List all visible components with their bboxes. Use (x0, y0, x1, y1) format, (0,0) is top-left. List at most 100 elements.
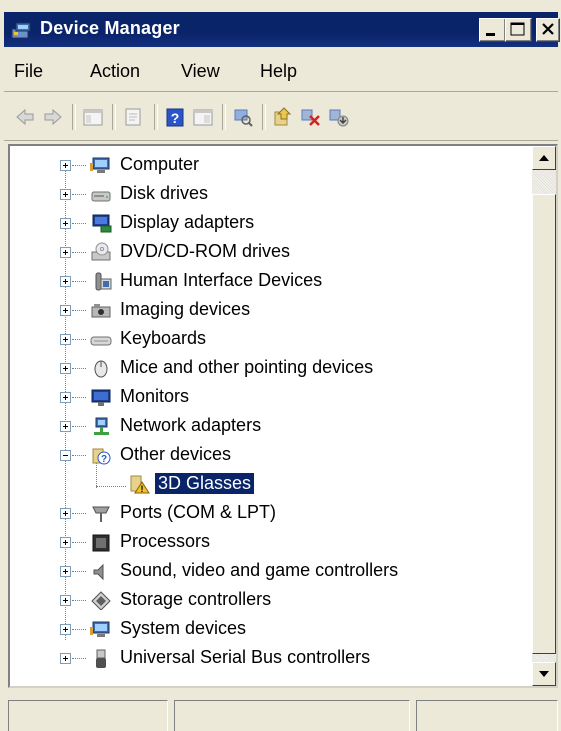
tree-category-item[interactable]: Disk drives (10, 181, 530, 209)
toolbar-separator (72, 104, 76, 130)
scroll-down-arrow-icon (539, 671, 549, 677)
monitor-icon (90, 387, 112, 407)
tree-item-label: Network adapters (120, 415, 262, 435)
uninstall-icon[interactable] (300, 106, 322, 128)
tree-category-item[interactable]: Imaging devices (10, 297, 530, 325)
tree-item-label: Disk drives (120, 183, 209, 203)
device-manager-window: Device Manager File Action View Help ? C… (0, 0, 561, 731)
tree-item-label: Other devices (120, 444, 232, 464)
unknown-device-icon: ? (90, 445, 112, 465)
show-hide-tree-icon[interactable] (82, 106, 104, 128)
maximize-button[interactable] (505, 18, 532, 42)
imaging-icon (90, 300, 112, 320)
tree-item-label: Mice and other pointing devices (120, 357, 374, 377)
expand-toggle[interactable] (60, 305, 71, 316)
expand-toggle[interactable] (60, 421, 71, 432)
expand-toggle[interactable] (60, 392, 71, 403)
disable-device-icon[interactable] (328, 106, 350, 128)
tree-connector (72, 397, 86, 399)
tree-category-item[interactable]: Keyboards (10, 326, 530, 354)
svg-text:?: ? (101, 454, 107, 465)
toolbar-separator (154, 104, 158, 130)
toolbar-separator (222, 104, 226, 130)
minimize-button[interactable] (479, 18, 506, 42)
expand-toggle[interactable] (60, 247, 71, 258)
tree-item-label: Processors (120, 531, 211, 551)
status-bar (4, 694, 558, 731)
svg-text:!: ! (141, 484, 144, 494)
title-bar[interactable]: Device Manager (4, 12, 560, 47)
tree-category-item[interactable]: Processors (10, 529, 530, 557)
tree-connector (72, 194, 86, 196)
tree-connector (72, 368, 86, 370)
collapse-toggle[interactable] (60, 450, 71, 461)
expand-toggle[interactable] (60, 160, 71, 171)
expand-toggle[interactable] (60, 508, 71, 519)
tree-connector (72, 600, 86, 602)
close-button[interactable] (536, 18, 560, 42)
forward-icon[interactable] (42, 106, 64, 128)
tree-category-item[interactable]: Monitors (10, 384, 530, 412)
toolbar-separator (262, 104, 266, 130)
tree-item-label: Human Interface Devices (120, 270, 323, 290)
scroll-up-arrow-icon (539, 155, 549, 161)
usb-icon (90, 648, 112, 668)
scan-hardware-icon[interactable] (232, 106, 254, 128)
device-tree[interactable]: Computer Disk drives Display adapters DVD/C… (8, 144, 558, 688)
expand-toggle[interactable] (60, 566, 71, 577)
tree-category-item[interactable]: Network adapters (10, 413, 530, 441)
expand-toggle[interactable] (60, 218, 71, 229)
expand-toggle[interactable] (60, 624, 71, 635)
menu-view[interactable]: View (181, 61, 220, 82)
menu-action[interactable]: Action (90, 61, 140, 82)
tree-connector (72, 339, 86, 341)
tree-category-item[interactable]: ? Other devices (10, 442, 530, 470)
back-icon[interactable] (14, 106, 36, 128)
menu-file[interactable]: File (14, 61, 43, 82)
expand-toggle[interactable] (60, 276, 71, 287)
help-icon[interactable]: ? (164, 106, 186, 128)
scroll-up-button[interactable] (532, 146, 556, 170)
tree-item-label: Monitors (120, 386, 190, 406)
vertical-scrollbar[interactable] (532, 146, 556, 686)
tree-child-item[interactable]: ! 3D Glasses (10, 471, 530, 499)
properties-icon[interactable] (122, 106, 144, 128)
scroll-down-button[interactable] (532, 662, 556, 686)
expand-toggle[interactable] (60, 537, 71, 548)
tree-category-item[interactable]: Mice and other pointing devices (10, 355, 530, 383)
expand-toggle[interactable] (60, 334, 71, 345)
sound-icon (90, 561, 112, 581)
tree-item-label: DVD/CD-ROM drives (120, 241, 291, 261)
expand-toggle[interactable] (60, 363, 71, 374)
scrollbar-thumb[interactable] (532, 194, 556, 654)
tree-category-item[interactable]: Ports (COM & LPT) (10, 500, 530, 528)
expand-toggle[interactable] (60, 189, 71, 200)
expand-toggle[interactable] (60, 653, 71, 664)
tree-category-item[interactable]: System devices (10, 616, 530, 644)
hid-icon (90, 271, 112, 291)
tree-category-item[interactable]: Human Interface Devices (10, 268, 530, 296)
tree-category-item[interactable]: DVD/CD-ROM drives (10, 239, 530, 267)
tree-connector (72, 223, 86, 225)
tree-category-item[interactable]: Display adapters (10, 210, 530, 238)
tree-item-label: System devices (120, 618, 247, 638)
disk-drive-icon (90, 184, 112, 204)
device-tree-content: Computer Disk drives Display adapters DVD/C… (10, 146, 530, 686)
status-pane-3 (416, 700, 558, 731)
tree-connector (72, 658, 86, 660)
tree-category-item[interactable]: Storage controllers (10, 587, 530, 615)
tree-category-item[interactable]: Universal Serial Bus controllers (10, 645, 530, 673)
tree-connector (72, 310, 86, 312)
update-driver-icon[interactable] (272, 106, 294, 128)
computer-icon (90, 155, 112, 175)
tree-category-item[interactable]: Sound, video and game controllers (10, 558, 530, 586)
tree-item-label: Ports (COM & LPT) (120, 502, 277, 522)
view-icon[interactable] (192, 106, 214, 128)
tree-category-item[interactable]: Computer (10, 152, 530, 180)
keyboard-icon (90, 329, 112, 349)
tree-item-label: Imaging devices (120, 299, 251, 319)
system-icon (90, 619, 112, 639)
expand-toggle[interactable] (60, 595, 71, 606)
tree-connector (72, 165, 86, 167)
menu-help[interactable]: Help (260, 61, 297, 82)
